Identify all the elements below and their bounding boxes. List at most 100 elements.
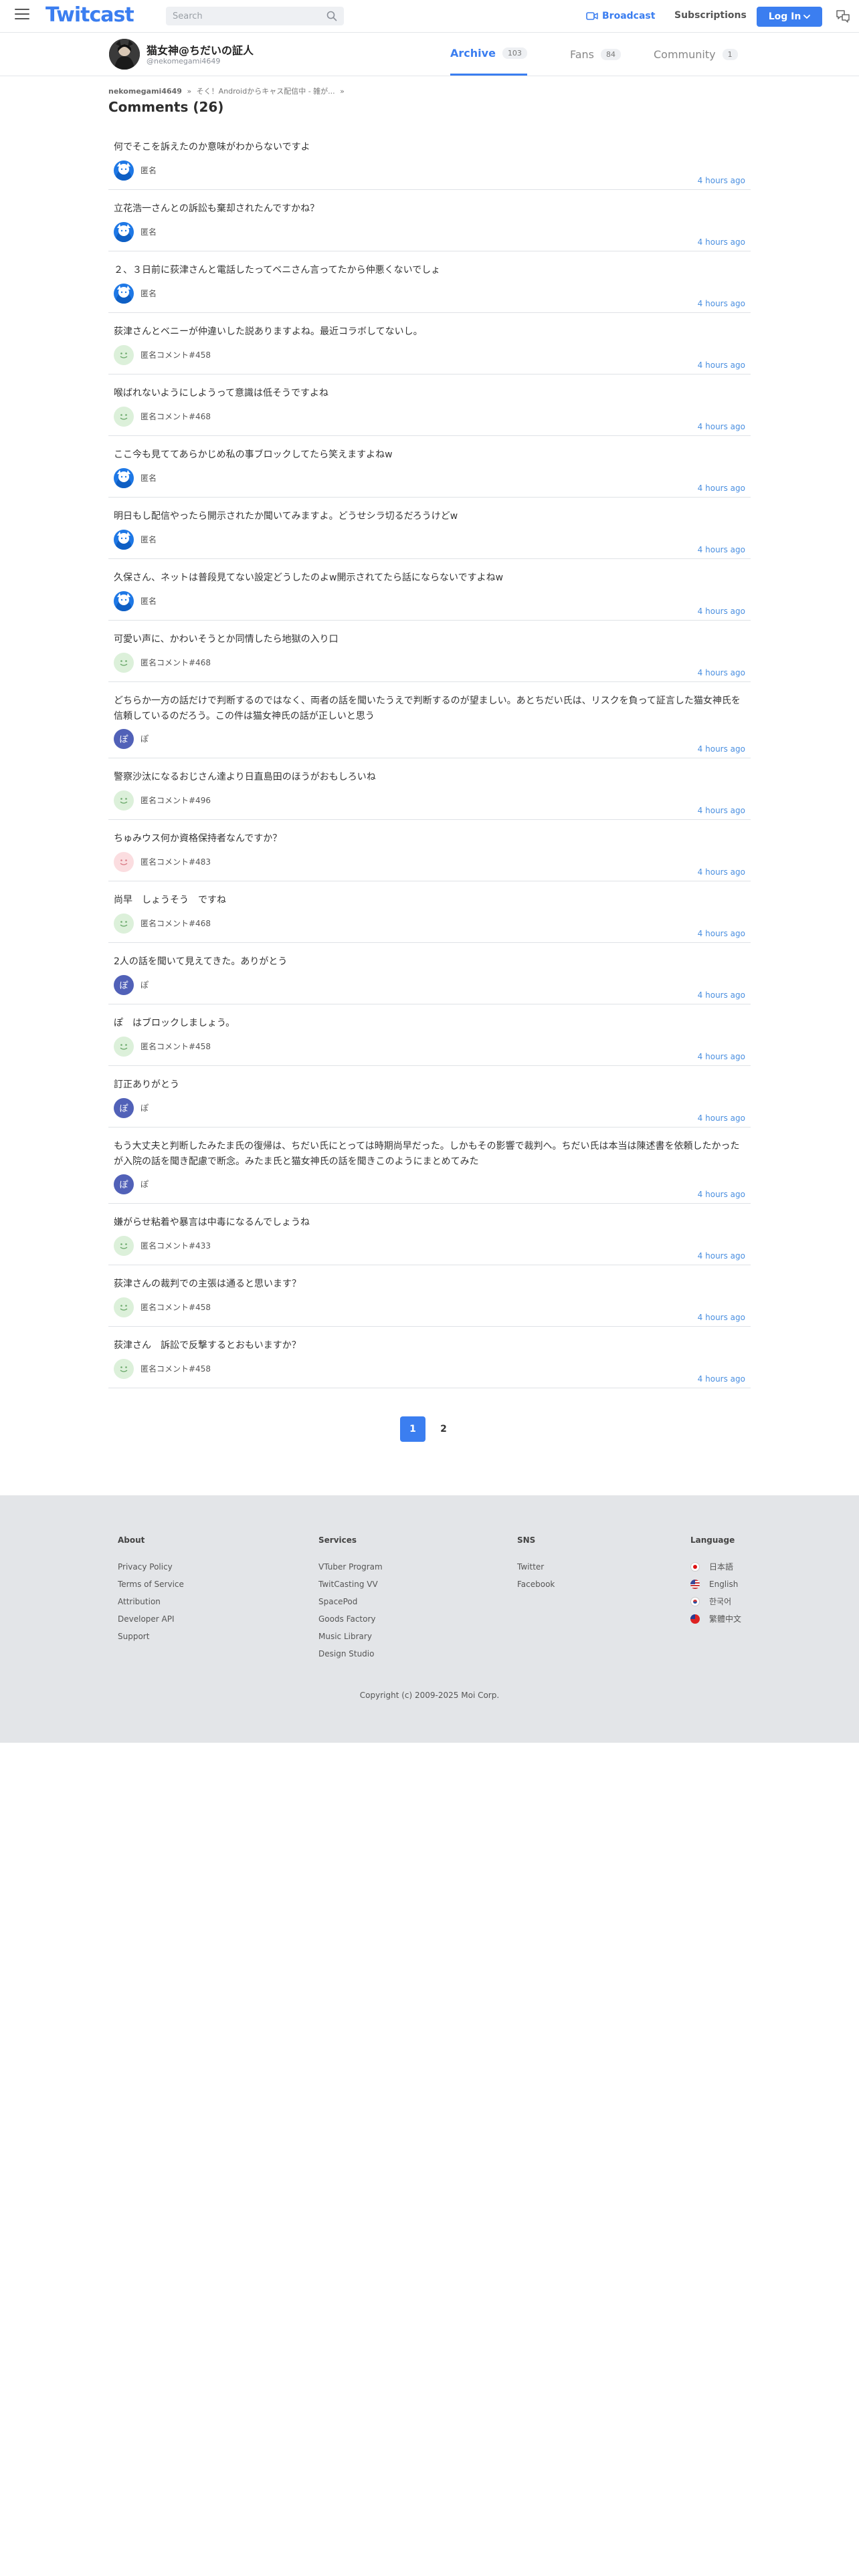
commenter-name[interactable]: ぽ <box>140 1102 149 1113</box>
commenter-name[interactable]: 匿名 <box>140 472 157 484</box>
comment-timestamp[interactable]: 4 hours ago <box>698 299 745 308</box>
comment-timestamp[interactable]: 4 hours ago <box>698 806 745 815</box>
commenter-avatar[interactable] <box>114 345 134 365</box>
commenter-avatar[interactable] <box>114 530 134 550</box>
page-2-button[interactable]: 2 <box>431 1416 456 1442</box>
comment-timestamp[interactable]: 4 hours ago <box>698 1251 745 1261</box>
commenter-avatar[interactable] <box>114 914 134 934</box>
login-button[interactable]: Log In <box>757 7 822 27</box>
language-option-korean[interactable]: 한국어 <box>690 1593 741 1610</box>
commenter-name[interactable]: 匿名 <box>140 165 157 176</box>
user-avatar[interactable] <box>109 39 140 70</box>
footer-link-spacepod[interactable]: SpacePod <box>318 1593 383 1610</box>
svg-text:ぽ: ぽ <box>119 981 128 991</box>
commenter-name[interactable]: 匿名コメント#468 <box>140 657 211 668</box>
comment-text: 嫌がらせ粘着や暴言は中毒になるんでしょうね <box>114 1217 310 1228</box>
footer-link-terms-of-service[interactable]: Terms of Service <box>118 1576 184 1593</box>
footer-link-music-library[interactable]: Music Library <box>318 1628 383 1645</box>
footer-link-privacy-policy[interactable]: Privacy Policy <box>118 1558 184 1576</box>
comment-text: 喉ばれないようにしようって意識は低そうですよね <box>114 388 329 399</box>
commenter-avatar[interactable] <box>114 1236 134 1256</box>
comment-timestamp[interactable]: 4 hours ago <box>698 1190 745 1199</box>
language-option-traditional-chinese[interactable]: 繁體中文 <box>690 1610 741 1628</box>
search-input[interactable] <box>166 7 344 25</box>
commenter-name[interactable]: 匿名コメント#468 <box>140 411 211 422</box>
commenter-avatar[interactable] <box>114 468 134 488</box>
commenter-name[interactable]: 匿名コメント#458 <box>140 349 211 360</box>
commenter-avatar[interactable]: ぽ <box>114 975 134 995</box>
commenter-name[interactable]: 匿名コメント#433 <box>140 1240 211 1251</box>
comment-timestamp[interactable]: 4 hours ago <box>698 744 745 754</box>
footer-link-attribution[interactable]: Attribution <box>118 1593 184 1610</box>
user-display-name[interactable]: 猫女神@ちだいの証人 <box>147 41 254 58</box>
language-option-english[interactable]: English <box>690 1576 741 1593</box>
footer-link-developer-api[interactable]: Developer API <box>118 1610 184 1628</box>
commenter-name[interactable]: 匿名コメント#468 <box>140 918 211 929</box>
comment-timestamp[interactable]: 4 hours ago <box>698 1313 745 1322</box>
footer-link-support[interactable]: Support <box>118 1628 184 1645</box>
commenter-name[interactable]: 匿名 <box>140 288 157 299</box>
comment-timestamp[interactable]: 4 hours ago <box>698 607 745 616</box>
tab-community[interactable]: Community 1 <box>654 33 738 76</box>
commenter-avatar[interactable]: ぽ <box>114 1098 134 1118</box>
footer-link-facebook[interactable]: Facebook <box>517 1576 555 1593</box>
language-icon[interactable] <box>835 8 851 24</box>
commenter-avatar[interactable] <box>114 591 134 611</box>
comment-timestamp[interactable]: 4 hours ago <box>698 237 745 247</box>
breadcrumb-broadcast-title[interactable]: そく！Androidからキャス配信中 - 雑が... <box>197 87 335 96</box>
comment-timestamp[interactable]: 4 hours ago <box>698 545 745 554</box>
commenter-avatar[interactable] <box>114 284 134 304</box>
subscriptions-link[interactable]: Subscriptions <box>674 10 747 21</box>
commenter-avatar[interactable]: ぽ <box>114 729 134 749</box>
comment-timestamp[interactable]: 4 hours ago <box>698 360 745 370</box>
commenter-name[interactable]: 匿名 <box>140 595 157 607</box>
comment-timestamp[interactable]: 4 hours ago <box>698 867 745 877</box>
tab-archive[interactable]: Archive 103 <box>450 33 527 76</box>
search-icon[interactable] <box>326 11 337 21</box>
tab-fans[interactable]: Fans 84 <box>570 33 622 76</box>
commenter-name[interactable]: 匿名コメント#496 <box>140 794 211 806</box>
comment-item: 荻津さんの裁判での主張は通ると思います？ 匿名コメント#458 4 hours ag… <box>108 1265 751 1327</box>
footer-link-vtuber-program[interactable]: VTuber Program <box>318 1558 383 1576</box>
language-option-japanese[interactable]: 日本語 <box>690 1558 741 1576</box>
hamburger-menu-icon[interactable] <box>15 9 29 21</box>
comment-timestamp[interactable]: 4 hours ago <box>698 668 745 677</box>
footer-link-design-studio[interactable]: Design Studio <box>318 1645 383 1662</box>
commenter-avatar[interactable] <box>114 653 134 673</box>
commenter-name[interactable]: 匿名 <box>140 226 157 237</box>
commenter-name[interactable]: ぽ <box>140 733 149 744</box>
comment-timestamp[interactable]: 4 hours ago <box>698 929 745 938</box>
broadcast-button[interactable]: Broadcast <box>586 9 655 23</box>
commenter-avatar[interactable] <box>114 1037 134 1057</box>
comment-timestamp[interactable]: 4 hours ago <box>698 484 745 493</box>
comment-timestamp[interactable]: 4 hours ago <box>698 176 745 185</box>
comment-timestamp[interactable]: 4 hours ago <box>698 1374 745 1384</box>
commenter-avatar[interactable] <box>114 852 134 872</box>
commenter-name[interactable]: ぽ <box>140 979 149 990</box>
commenter-avatar[interactable] <box>114 407 134 427</box>
comment-timestamp[interactable]: 4 hours ago <box>698 1113 745 1123</box>
commenter-avatar[interactable]: ぽ <box>114 1174 134 1194</box>
commenter-name[interactable]: 匿名コメント#458 <box>140 1041 211 1052</box>
footer-link-twitter[interactable]: Twitter <box>517 1558 555 1576</box>
comment-timestamp[interactable]: 4 hours ago <box>698 422 745 431</box>
page-1-button[interactable]: 1 <box>400 1416 425 1442</box>
breadcrumb-user[interactable]: nekomegami4649 <box>108 87 182 96</box>
commenter-name[interactable]: 匿名コメント#458 <box>140 1363 211 1374</box>
comment-item: ２、３日前に荻津さんと電話したってベニさん言ってたから仲悪くないでしょ 匿名 4 h… <box>108 251 751 313</box>
commenter-name[interactable]: ぽ <box>140 1178 149 1190</box>
commenter-avatar[interactable] <box>114 1359 134 1379</box>
commenter-name[interactable]: 匿名コメント#483 <box>140 856 211 867</box>
commenter-avatar[interactable] <box>114 160 134 181</box>
comment-timestamp[interactable]: 4 hours ago <box>698 1052 745 1061</box>
commenter-avatar[interactable] <box>114 1297 134 1317</box>
commenter-avatar[interactable] <box>114 790 134 811</box>
footer-link-twitcasting-vv[interactable]: TwitCasting VV <box>318 1576 383 1593</box>
commenter-name[interactable]: 匿名コメント#458 <box>140 1301 211 1313</box>
comment-list: 何でそこを訴えたのか意味がわからないですよ 匿名 4 hours ago 立花浩一さん… <box>108 128 751 1388</box>
commenter-name[interactable]: 匿名 <box>140 534 157 545</box>
commenter-avatar[interactable] <box>114 222 134 242</box>
twitcast-logo[interactable]: Twitcast <box>45 3 134 27</box>
footer-link-goods-factory[interactable]: Goods Factory <box>318 1610 383 1628</box>
comment-timestamp[interactable]: 4 hours ago <box>698 990 745 1000</box>
